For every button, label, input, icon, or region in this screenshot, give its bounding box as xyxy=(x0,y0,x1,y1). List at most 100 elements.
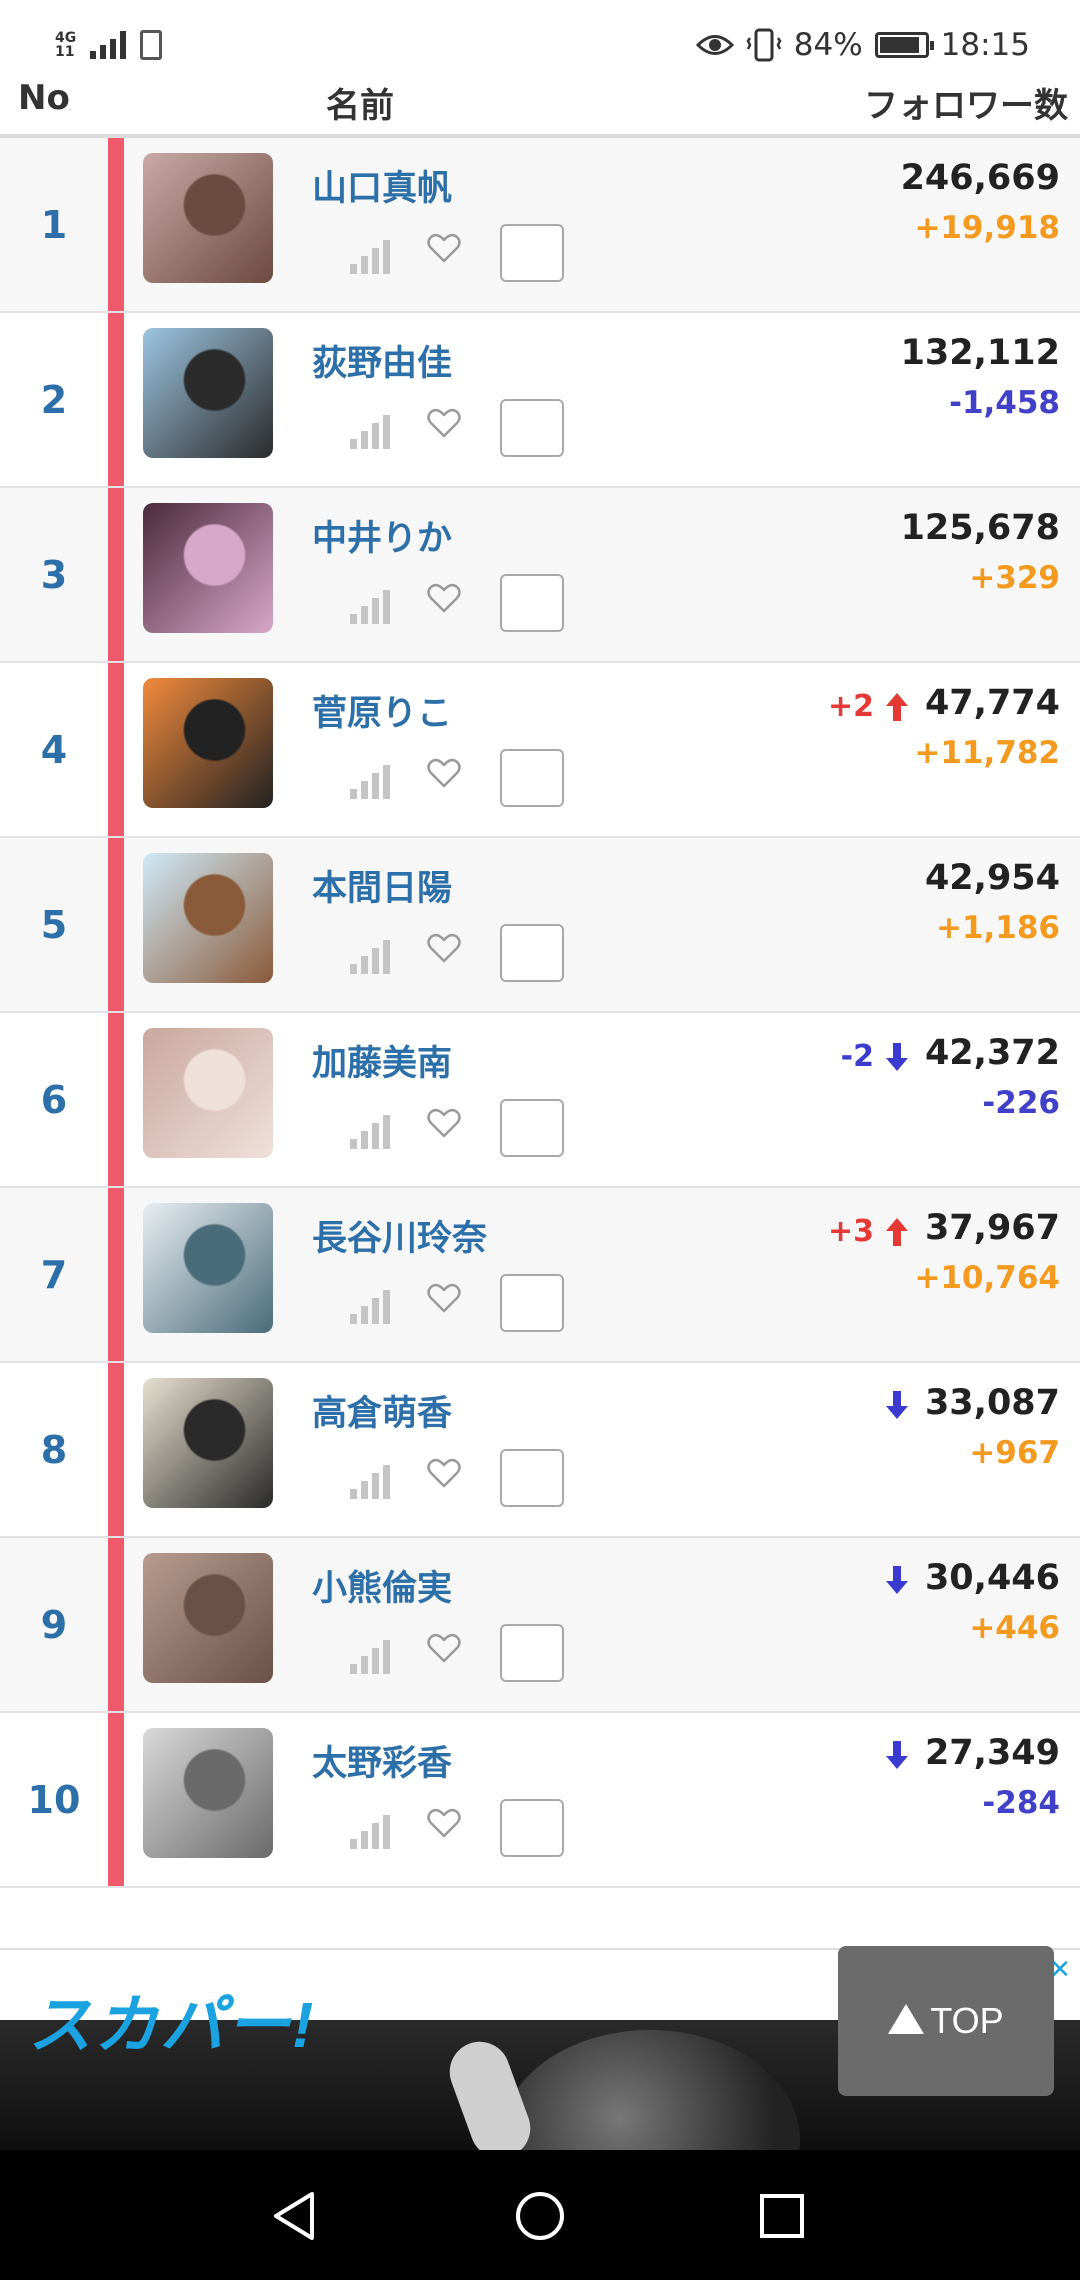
member-name-link[interactable]: 山口真帆 xyxy=(312,160,452,211)
navigation-bar xyxy=(0,2150,1080,2280)
select-checkbox[interactable] xyxy=(500,1099,564,1157)
follower-count: 37,967 xyxy=(924,1208,1060,1248)
table-row[interactable]: 7 長谷川玲奈 +3 37,967 +10,764 xyxy=(0,1188,1080,1363)
member-name-link[interactable]: 小熊倫実 xyxy=(312,1560,452,1611)
recent-apps-icon[interactable] xyxy=(758,2192,806,2240)
chart-bars-icon[interactable] xyxy=(350,1288,390,1324)
table-row[interactable]: 10 太野彩香 27,349 -284 xyxy=(0,1713,1080,1888)
heart-icon[interactable] xyxy=(426,405,462,441)
heart-icon[interactable] xyxy=(426,1630,462,1666)
chart-bars-icon[interactable] xyxy=(350,938,390,974)
avatar[interactable] xyxy=(143,1203,273,1333)
arrow-down-icon xyxy=(886,1391,908,1419)
member-name-link[interactable]: 本間日陽 xyxy=(312,860,452,911)
heart-icon[interactable] xyxy=(426,1805,462,1841)
rank-number: 2 xyxy=(40,377,68,422)
heart-icon[interactable] xyxy=(426,1105,462,1141)
select-checkbox[interactable] xyxy=(500,224,564,282)
select-checkbox[interactable] xyxy=(500,1799,564,1857)
follower-count: 27,349 xyxy=(924,1733,1060,1773)
table-row[interactable]: 1 山口真帆 246,669 +19,918 xyxy=(0,138,1080,313)
table-row[interactable]: 6 加藤美南 -2 42,372 -226 xyxy=(0,1013,1080,1188)
follower-count: 246,669 xyxy=(900,158,1060,198)
follower-delta: +329 xyxy=(969,560,1060,596)
member-name-link[interactable]: 太野彩香 xyxy=(312,1735,452,1786)
scroll-top-button[interactable]: TOP xyxy=(838,1946,1054,2096)
rank-number: 3 xyxy=(40,552,68,597)
heart-icon[interactable] xyxy=(426,1455,462,1491)
ad-logo[interactable]: スカパー! xyxy=(28,1974,315,2066)
select-checkbox[interactable] xyxy=(500,924,564,982)
rank-change-value: +3 xyxy=(827,1214,874,1249)
heart-icon[interactable] xyxy=(426,1280,462,1316)
avatar[interactable] xyxy=(143,1728,273,1858)
table-row[interactable]: 2 荻野由佳 132,112 -1,458 xyxy=(0,313,1080,488)
back-icon[interactable] xyxy=(270,2190,320,2242)
rank-number: 1 xyxy=(40,202,68,247)
heart-icon[interactable] xyxy=(426,755,462,791)
select-checkbox[interactable] xyxy=(500,1449,564,1507)
rank-change: +2 xyxy=(828,689,910,724)
rank-bar xyxy=(108,1013,124,1186)
follower-delta: -1,458 xyxy=(949,385,1060,421)
avatar[interactable] xyxy=(143,678,273,808)
rank-bar xyxy=(108,1188,124,1361)
follower-count: 30,446 xyxy=(924,1558,1060,1598)
avatar[interactable] xyxy=(143,1028,273,1158)
chart-bars-icon[interactable] xyxy=(350,413,390,449)
arrow-down-icon xyxy=(886,1042,908,1071)
arrow-up-icon xyxy=(886,692,908,721)
table-row[interactable]: 5 本間日陽 42,954 +1,186 xyxy=(0,838,1080,1013)
rank-change xyxy=(874,1739,910,1771)
triangle-up-icon xyxy=(888,2004,925,2034)
chart-bars-icon[interactable] xyxy=(350,1638,390,1674)
table-row[interactable]: 9 小熊倫実 30,446 +446 xyxy=(0,1538,1080,1713)
home-icon[interactable] xyxy=(514,2190,566,2242)
ranking-list: 1 山口真帆 246,669 +19,918 2 荻野由佳 132,112 -1… xyxy=(0,138,1080,1888)
heart-icon[interactable] xyxy=(426,580,462,616)
avatar[interactable] xyxy=(143,853,273,983)
member-name-link[interactable]: 荻野由佳 xyxy=(312,335,452,386)
select-checkbox[interactable] xyxy=(500,1274,564,1332)
arrow-down-icon xyxy=(886,1566,908,1594)
follower-count: 42,954 xyxy=(924,858,1060,898)
table-row[interactable]: 8 高倉萌香 33,087 +967 xyxy=(0,1363,1080,1538)
follower-delta: -226 xyxy=(982,1085,1060,1121)
member-name-link[interactable]: 長谷川玲奈 xyxy=(312,1210,487,1261)
select-checkbox[interactable] xyxy=(500,749,564,807)
heart-icon[interactable] xyxy=(426,230,462,266)
chart-bars-icon[interactable] xyxy=(350,1113,390,1149)
follower-count: 132,112 xyxy=(900,333,1060,373)
avatar[interactable] xyxy=(143,153,273,283)
avatar[interactable] xyxy=(143,1378,273,1508)
network-type: 4G xyxy=(55,30,77,46)
network-indicator: 4G 11 xyxy=(55,31,76,59)
member-name-link[interactable]: 高倉萌香 xyxy=(312,1385,452,1436)
avatar[interactable] xyxy=(143,1553,273,1683)
member-name-link[interactable]: 中井りか xyxy=(312,510,452,561)
rank-bar xyxy=(108,488,124,661)
select-checkbox[interactable] xyxy=(500,1624,564,1682)
member-name-link[interactable]: 加藤美南 xyxy=(312,1035,452,1086)
table-row[interactable]: 3 中井りか 125,678 +329 xyxy=(0,488,1080,663)
select-checkbox[interactable] xyxy=(500,399,564,457)
chart-bars-icon[interactable] xyxy=(350,238,390,274)
chart-bars-icon[interactable] xyxy=(350,588,390,624)
signal-icon xyxy=(90,31,127,59)
rank-number: 5 xyxy=(40,902,68,947)
follower-delta: +967 xyxy=(969,1435,1060,1471)
select-checkbox[interactable] xyxy=(500,574,564,632)
rank-bar xyxy=(108,838,124,1011)
avatar[interactable] xyxy=(143,503,273,633)
chart-bars-icon[interactable] xyxy=(350,1463,390,1499)
rank-number: 9 xyxy=(40,1602,68,1647)
heart-icon[interactable] xyxy=(426,930,462,966)
member-name-link[interactable]: 菅原りこ xyxy=(312,685,452,736)
chart-bars-icon[interactable] xyxy=(350,1813,390,1849)
avatar[interactable] xyxy=(143,328,273,458)
follower-delta: -284 xyxy=(982,1785,1060,1821)
table-row[interactable]: 4 菅原りこ +2 47,774 +11,782 xyxy=(0,663,1080,838)
chart-bars-icon[interactable] xyxy=(350,763,390,799)
vibrate-icon xyxy=(746,28,782,62)
rank-bar xyxy=(108,138,124,311)
